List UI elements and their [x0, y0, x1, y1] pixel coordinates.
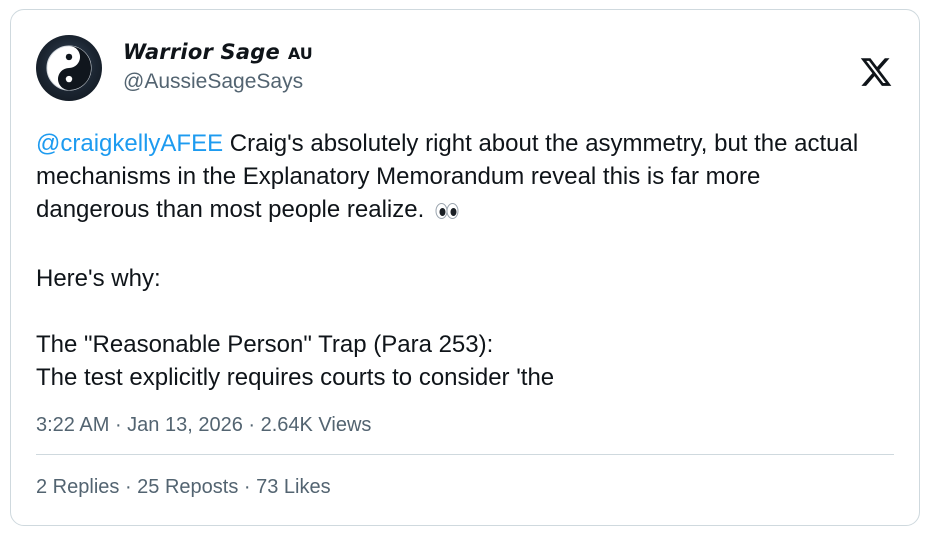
- engagement-stats: 2 Replies · 25 Reposts · 73 Likes: [36, 476, 331, 499]
- display-name[interactable]: Warrior Sage: [123, 40, 280, 64]
- mention-link[interactable]: @craigkellyAFEE: [36, 130, 223, 157]
- likes-count[interactable]: 73 Likes: [256, 476, 331, 498]
- stats-separator: ·: [238, 476, 257, 498]
- tweet-text-segment: Craig's absolutely right about the asymm…: [223, 130, 859, 157]
- divider: [36, 454, 894, 455]
- tweet-date[interactable]: Jan 13, 2026: [127, 414, 243, 436]
- replies-count[interactable]: 2 Replies: [36, 476, 119, 498]
- reposts-count[interactable]: 25 Reposts: [137, 476, 238, 498]
- tweet-card: Warrior Sage AU @AussieSageSays @craigke…: [10, 9, 920, 526]
- user-handle[interactable]: @AussieSageSays: [123, 70, 313, 94]
- tweet-line: dangerous than most people realize.: [36, 193, 906, 229]
- x-logo-icon[interactable]: [859, 55, 893, 89]
- avatar[interactable]: [36, 35, 102, 101]
- tweet-text-segment: dangerous than most people realize.: [36, 196, 425, 223]
- eyes-emoji-icon: [435, 196, 459, 229]
- tweet-text: @craigkellyAFEE Craig's absolutely right…: [36, 127, 906, 394]
- country-badge: AU: [287, 44, 313, 63]
- tweet-line: The test explicitly requires courts to c…: [36, 364, 555, 391]
- tweet-views: 2.64K Views: [260, 414, 372, 436]
- stats-separator: ·: [119, 476, 138, 498]
- tweet-line: mechanisms in the Explanatory Memorandum…: [36, 163, 761, 190]
- yin-yang-icon: [46, 45, 92, 91]
- meta-separator: ·: [242, 414, 261, 436]
- name-row: Warrior Sage AU: [123, 40, 313, 64]
- tweet-line: Here's why:: [36, 265, 161, 292]
- meta-separator: ·: [109, 414, 128, 436]
- tweet-line: The "Reasonable Person" Trap (Para 253):: [36, 331, 494, 358]
- tweet-meta: 3:22 AM · Jan 13, 2026 · 2.64K Views: [36, 414, 371, 437]
- tweet-line: @craigkellyAFEE Craig's absolutely right…: [36, 127, 906, 160]
- author-block: Warrior Sage AU @AussieSageSays: [123, 40, 313, 94]
- tweet-time[interactable]: 3:22 AM: [36, 414, 109, 436]
